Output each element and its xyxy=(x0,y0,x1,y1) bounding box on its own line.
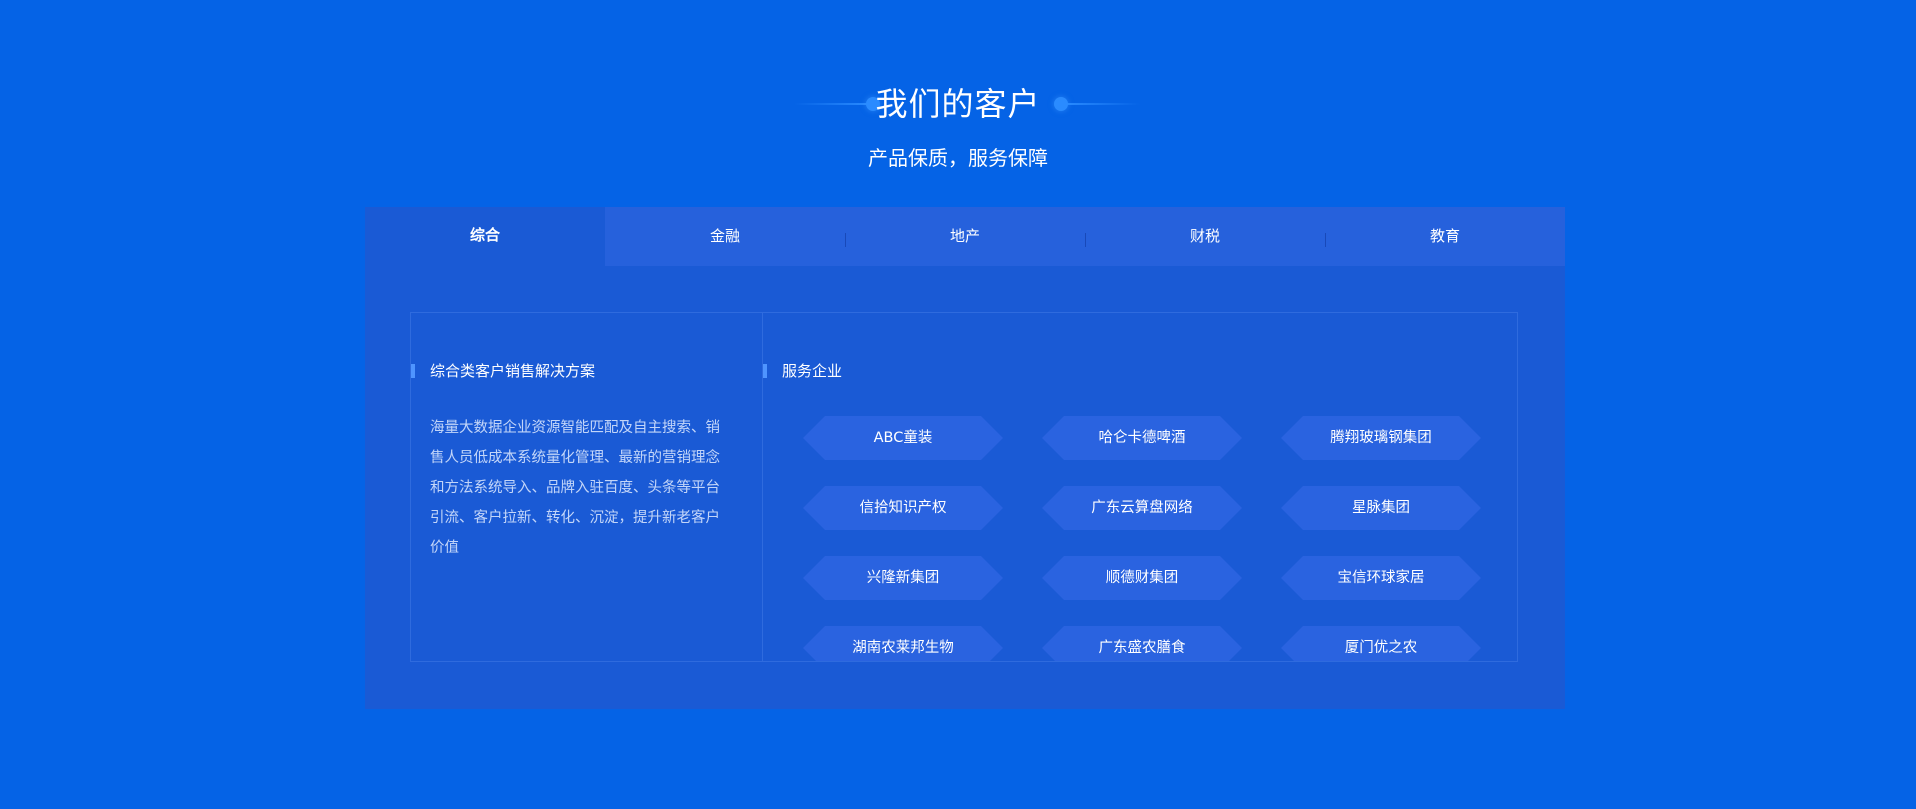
client-grid: ABC童装 哈仑卡德啤酒 腾翔玻璃钢集团 信拾知识产权 广东云算盘网络 星脉集团… xyxy=(803,416,1483,661)
tab-label: 教育 xyxy=(1429,227,1460,245)
tab-label: 综合 xyxy=(469,226,500,244)
tab-divider xyxy=(1325,233,1326,247)
client-item: ABC童装 xyxy=(803,416,1003,460)
page-subtitle: 产品保质，服务保障 xyxy=(868,146,1048,170)
tab-divider xyxy=(1085,233,1086,247)
clients-title-text: 服务企业 xyxy=(782,362,843,380)
solution-column: 综合类客户销售解决方案 海量大数据企业资源智能匹配及自主搜索、销售人员低成本系统… xyxy=(411,313,763,661)
tab-education[interactable]: 教育 xyxy=(1325,207,1565,266)
tab-label: 财税 xyxy=(1189,227,1220,245)
clients-title: 服务企业 xyxy=(763,361,843,381)
tab-real-estate[interactable]: 地产 xyxy=(845,207,1085,266)
client-item: 宝信环球家居 xyxy=(1281,556,1481,600)
solution-title: 综合类客户销售解决方案 xyxy=(411,361,596,381)
client-item: 顺德财集团 xyxy=(1042,556,1242,600)
client-item: 哈仑卡德啤酒 xyxy=(1042,416,1242,460)
clients-column: 服务企业 ABC童装 哈仑卡德啤酒 腾翔玻璃钢集团 信拾知识产权 广东云算盘网络… xyxy=(763,313,1517,661)
solution-description: 海量大数据企业资源智能匹配及自主搜索、销售人员低成本系统量化管理、最新的营销理念… xyxy=(430,420,720,556)
page-title: 我们的客户 xyxy=(875,85,1041,123)
tab-label: 地产 xyxy=(949,227,980,245)
section-heading: 我们的客户 xyxy=(0,82,1916,126)
clients-panel: 综合 金融 地产 财税 教育 综合类客户销售解决方案 海量大数据企业资源智能匹配… xyxy=(365,207,1565,709)
heading-decoration-right xyxy=(1054,97,1144,111)
title-marker xyxy=(411,364,415,378)
tab-label: 金融 xyxy=(709,227,740,245)
tab-comprehensive[interactable]: 综合 xyxy=(365,207,605,266)
tab-tax[interactable]: 财税 xyxy=(1085,207,1325,266)
client-item: 腾翔玻璃钢集团 xyxy=(1281,416,1481,460)
client-item: 广东云算盘网络 xyxy=(1042,486,1242,530)
category-tabs: 综合 金融 地产 财税 教育 xyxy=(365,207,1565,266)
client-item: 广东盛农膳食 xyxy=(1042,626,1242,661)
client-item: 兴隆新集团 xyxy=(803,556,1003,600)
tab-divider xyxy=(845,233,846,247)
client-item: 湖南农莱邦生物 xyxy=(803,626,1003,661)
client-item: 星脉集团 xyxy=(1281,486,1481,530)
client-item: 信拾知识产权 xyxy=(803,486,1003,530)
decoration-line xyxy=(1064,103,1140,105)
tab-finance[interactable]: 金融 xyxy=(605,207,845,266)
tab-content: 综合类客户销售解决方案 海量大数据企业资源智能匹配及自主搜索、销售人员低成本系统… xyxy=(410,312,1518,662)
title-marker xyxy=(763,364,767,378)
client-item: 厦门优之农 xyxy=(1281,626,1481,661)
solution-title-text: 综合类客户销售解决方案 xyxy=(430,362,596,380)
